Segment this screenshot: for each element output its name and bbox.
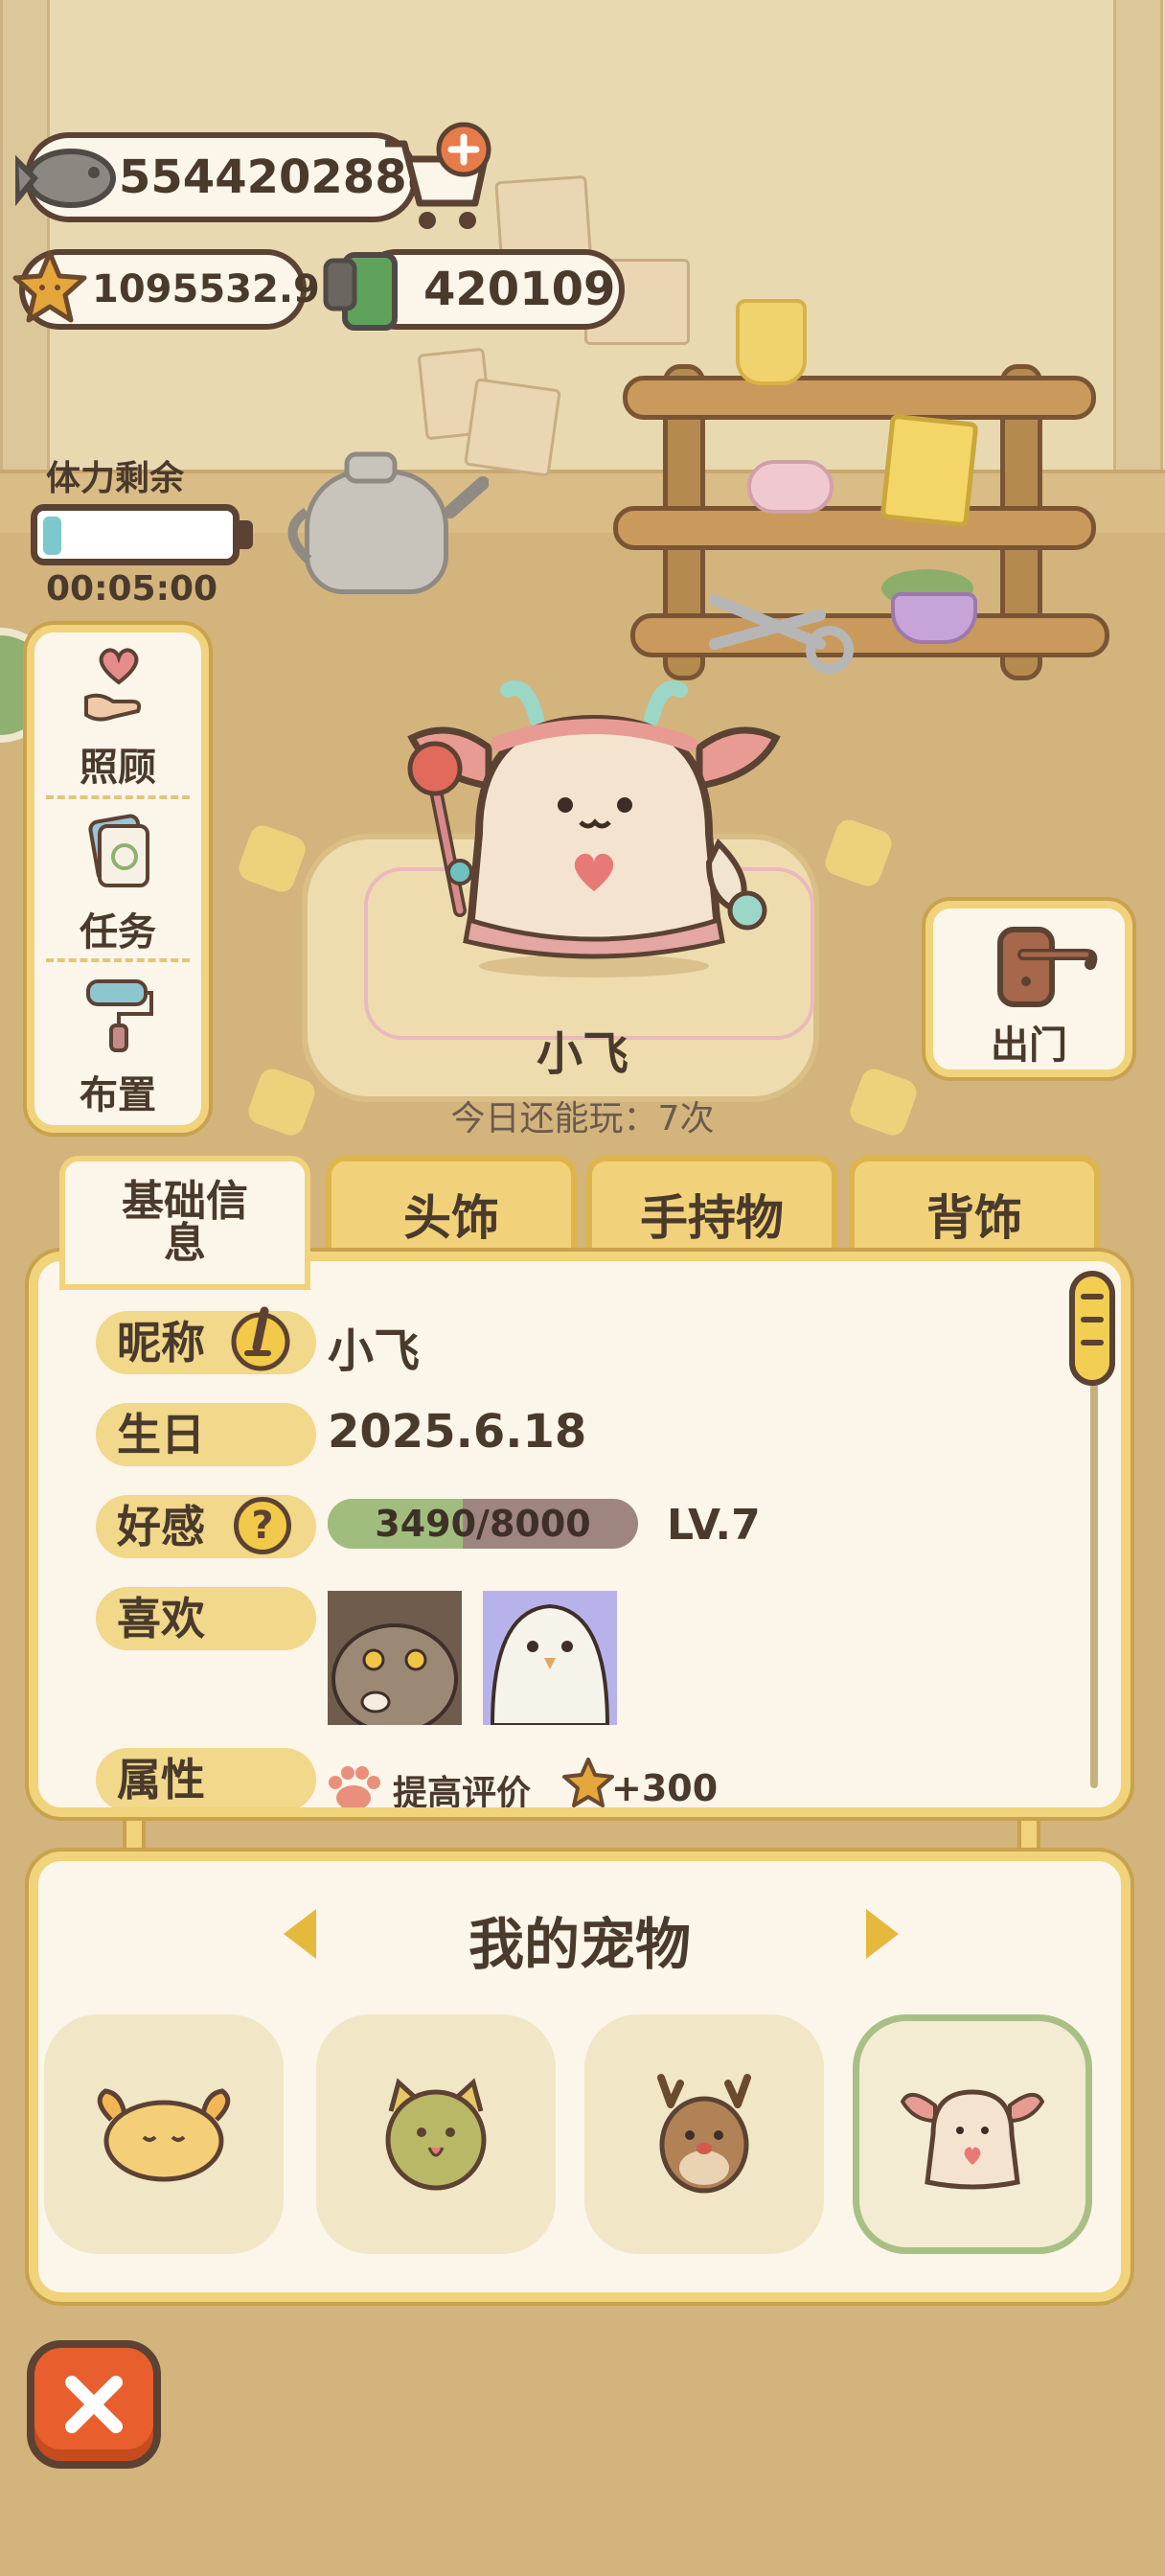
book-decor (879, 413, 979, 528)
go-out-label: 出门 (991, 1024, 1067, 1068)
nickname-value: 小飞 (328, 1324, 421, 1378)
stamina-fill (43, 517, 61, 555)
wall-pillar (0, 0, 50, 479)
scrollbar-track[interactable] (1090, 1328, 1098, 1788)
pet-slot[interactable] (316, 2014, 556, 2254)
help-icon[interactable]: ? (234, 1497, 291, 1554)
green-cat-pet-icon (385, 2078, 487, 2191)
shelf-plank (630, 613, 1109, 657)
next-page-arrow[interactable] (866, 1909, 899, 1959)
heart-hand-icon (84, 648, 142, 722)
grumpy-cat-icon (328, 1591, 462, 1725)
pet-character[interactable] (393, 661, 795, 978)
go-out-button[interactable]: 出门 (925, 901, 1132, 1077)
stamina-battery-tip (240, 520, 253, 549)
ghost-dragon-pet-icon (901, 2089, 1044, 2190)
side-menu: 照顾 任务 布置 (27, 625, 209, 1133)
birthday-label: 生日 (96, 1403, 316, 1466)
likes-label: 喜欢 (96, 1587, 316, 1650)
paint-roller-icon (86, 979, 153, 1052)
stamina-battery (31, 504, 240, 565)
liked-pet-thumbnail[interactable] (328, 1591, 462, 1725)
mochi-decor (747, 460, 834, 514)
white-owl-icon (483, 1591, 617, 1725)
birthday-value: 2025.6.18 (328, 1405, 587, 1459)
care-button[interactable]: 照顾 (34, 632, 201, 794)
tab-basic-info[interactable]: 基础信 息 (59, 1156, 310, 1290)
tab-basic-info-line2: 息 (164, 1219, 206, 1268)
basic-info-panel: 昵称 小飞 生日 2025.6.18 好感 ? 3490/8000 LV.7 喜… (29, 1252, 1131, 1817)
level-value: LV.7 (667, 1501, 761, 1550)
liked-pet-thumbnail[interactable] (483, 1591, 617, 1725)
door-handle-icon (997, 927, 1098, 1007)
my-pets-title: 我的宠物 (468, 1912, 691, 1977)
orange-crab-pet-icon (97, 2088, 231, 2182)
pet-slot[interactable] (584, 2014, 824, 2254)
fish-icon (15, 149, 116, 208)
shelf-plank (613, 506, 1096, 550)
play-remaining: 今日还能玩：7次 (450, 1099, 715, 1138)
kettle-details (287, 451, 489, 564)
tab-headwear-label: 头饰 (403, 1190, 499, 1246)
close-button[interactable] (27, 2340, 161, 2469)
attribute-effect: 提高评价 (393, 1774, 532, 1813)
battery-amount: 420109 (423, 263, 616, 316)
attribute-label: 属性 (96, 1748, 316, 1807)
edit-brush-icon[interactable] (228, 1303, 295, 1374)
tasks-label: 任务 (80, 910, 156, 954)
pet-name: 小飞 (536, 1027, 628, 1081)
decorate-label: 布置 (80, 1073, 156, 1117)
attribute-bonus: +300 (611, 1767, 719, 1809)
vase (736, 299, 807, 385)
star-icon (562, 1758, 614, 1807)
stamina-timer: 00:05:00 (46, 569, 218, 609)
affinity-progress-bar: 3490/8000 (328, 1499, 638, 1549)
care-label: 照顾 (80, 746, 156, 790)
star-amount: 1095532.9 (92, 267, 320, 311)
deer-pet-icon (657, 2074, 751, 2194)
scrollbar-thumb[interactable] (1069, 1271, 1115, 1386)
stamina-label: 体力剩余 (46, 459, 185, 498)
pet-slot-selected[interactable] (853, 2014, 1092, 2254)
task-card-icon (88, 814, 149, 887)
shelf-plank (623, 376, 1096, 420)
close-icon (65, 2376, 123, 2433)
pet-slot[interactable] (44, 2014, 284, 2254)
tasks-button[interactable]: 任务 (34, 797, 201, 958)
tab-backwear-label: 背饰 (926, 1190, 1022, 1246)
tab-basic-info-line1: 基础信 (122, 1177, 248, 1226)
wall-pillar (1113, 0, 1163, 479)
green-battery-icon (323, 252, 398, 331)
decorate-button[interactable]: 布置 (34, 960, 201, 1121)
my-pets-panel: 我的宠物 (29, 1852, 1131, 2302)
affinity-text: 3490/8000 (375, 1503, 591, 1545)
shop-cart-add-icon[interactable] (376, 121, 496, 232)
plant-pot (891, 592, 977, 644)
paw-icon (329, 1766, 380, 1807)
tab-handheld-label: 手持物 (640, 1190, 784, 1246)
star-icon (12, 250, 87, 323)
